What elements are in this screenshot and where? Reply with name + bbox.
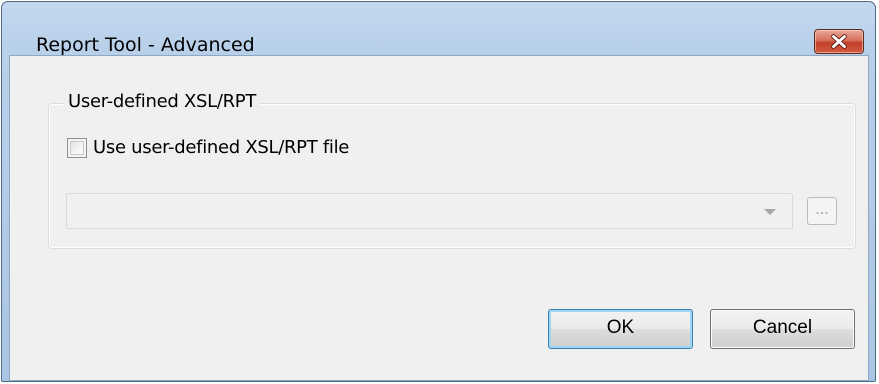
close-button[interactable] [814,29,864,54]
chevron-down-icon[interactable] [764,209,776,215]
groupbox-label: User-defined XSL/RPT [64,90,261,114]
title-bar[interactable]: Report Tool - Advanced [2,2,875,56]
dialog-client-area: User-defined XSL/RPT Use user-defined XS… [9,55,869,381]
ok-button[interactable]: OK [548,309,693,349]
use-user-defined-checkbox[interactable] [67,138,87,158]
cancel-button[interactable]: Cancel [710,309,855,349]
dialog-window: Report Tool - Advanced User-defined XSL/… [1,1,876,382]
use-user-defined-checkbox-label[interactable]: Use user-defined XSL/RPT file [93,136,349,160]
window-title: Report Tool - Advanced [36,34,255,56]
use-user-defined-checkbox-row[interactable]: Use user-defined XSL/RPT file [67,135,349,161]
browse-button[interactable]: ... [807,197,837,225]
close-icon [831,34,847,49]
xsl-file-combobox[interactable] [66,193,793,229]
